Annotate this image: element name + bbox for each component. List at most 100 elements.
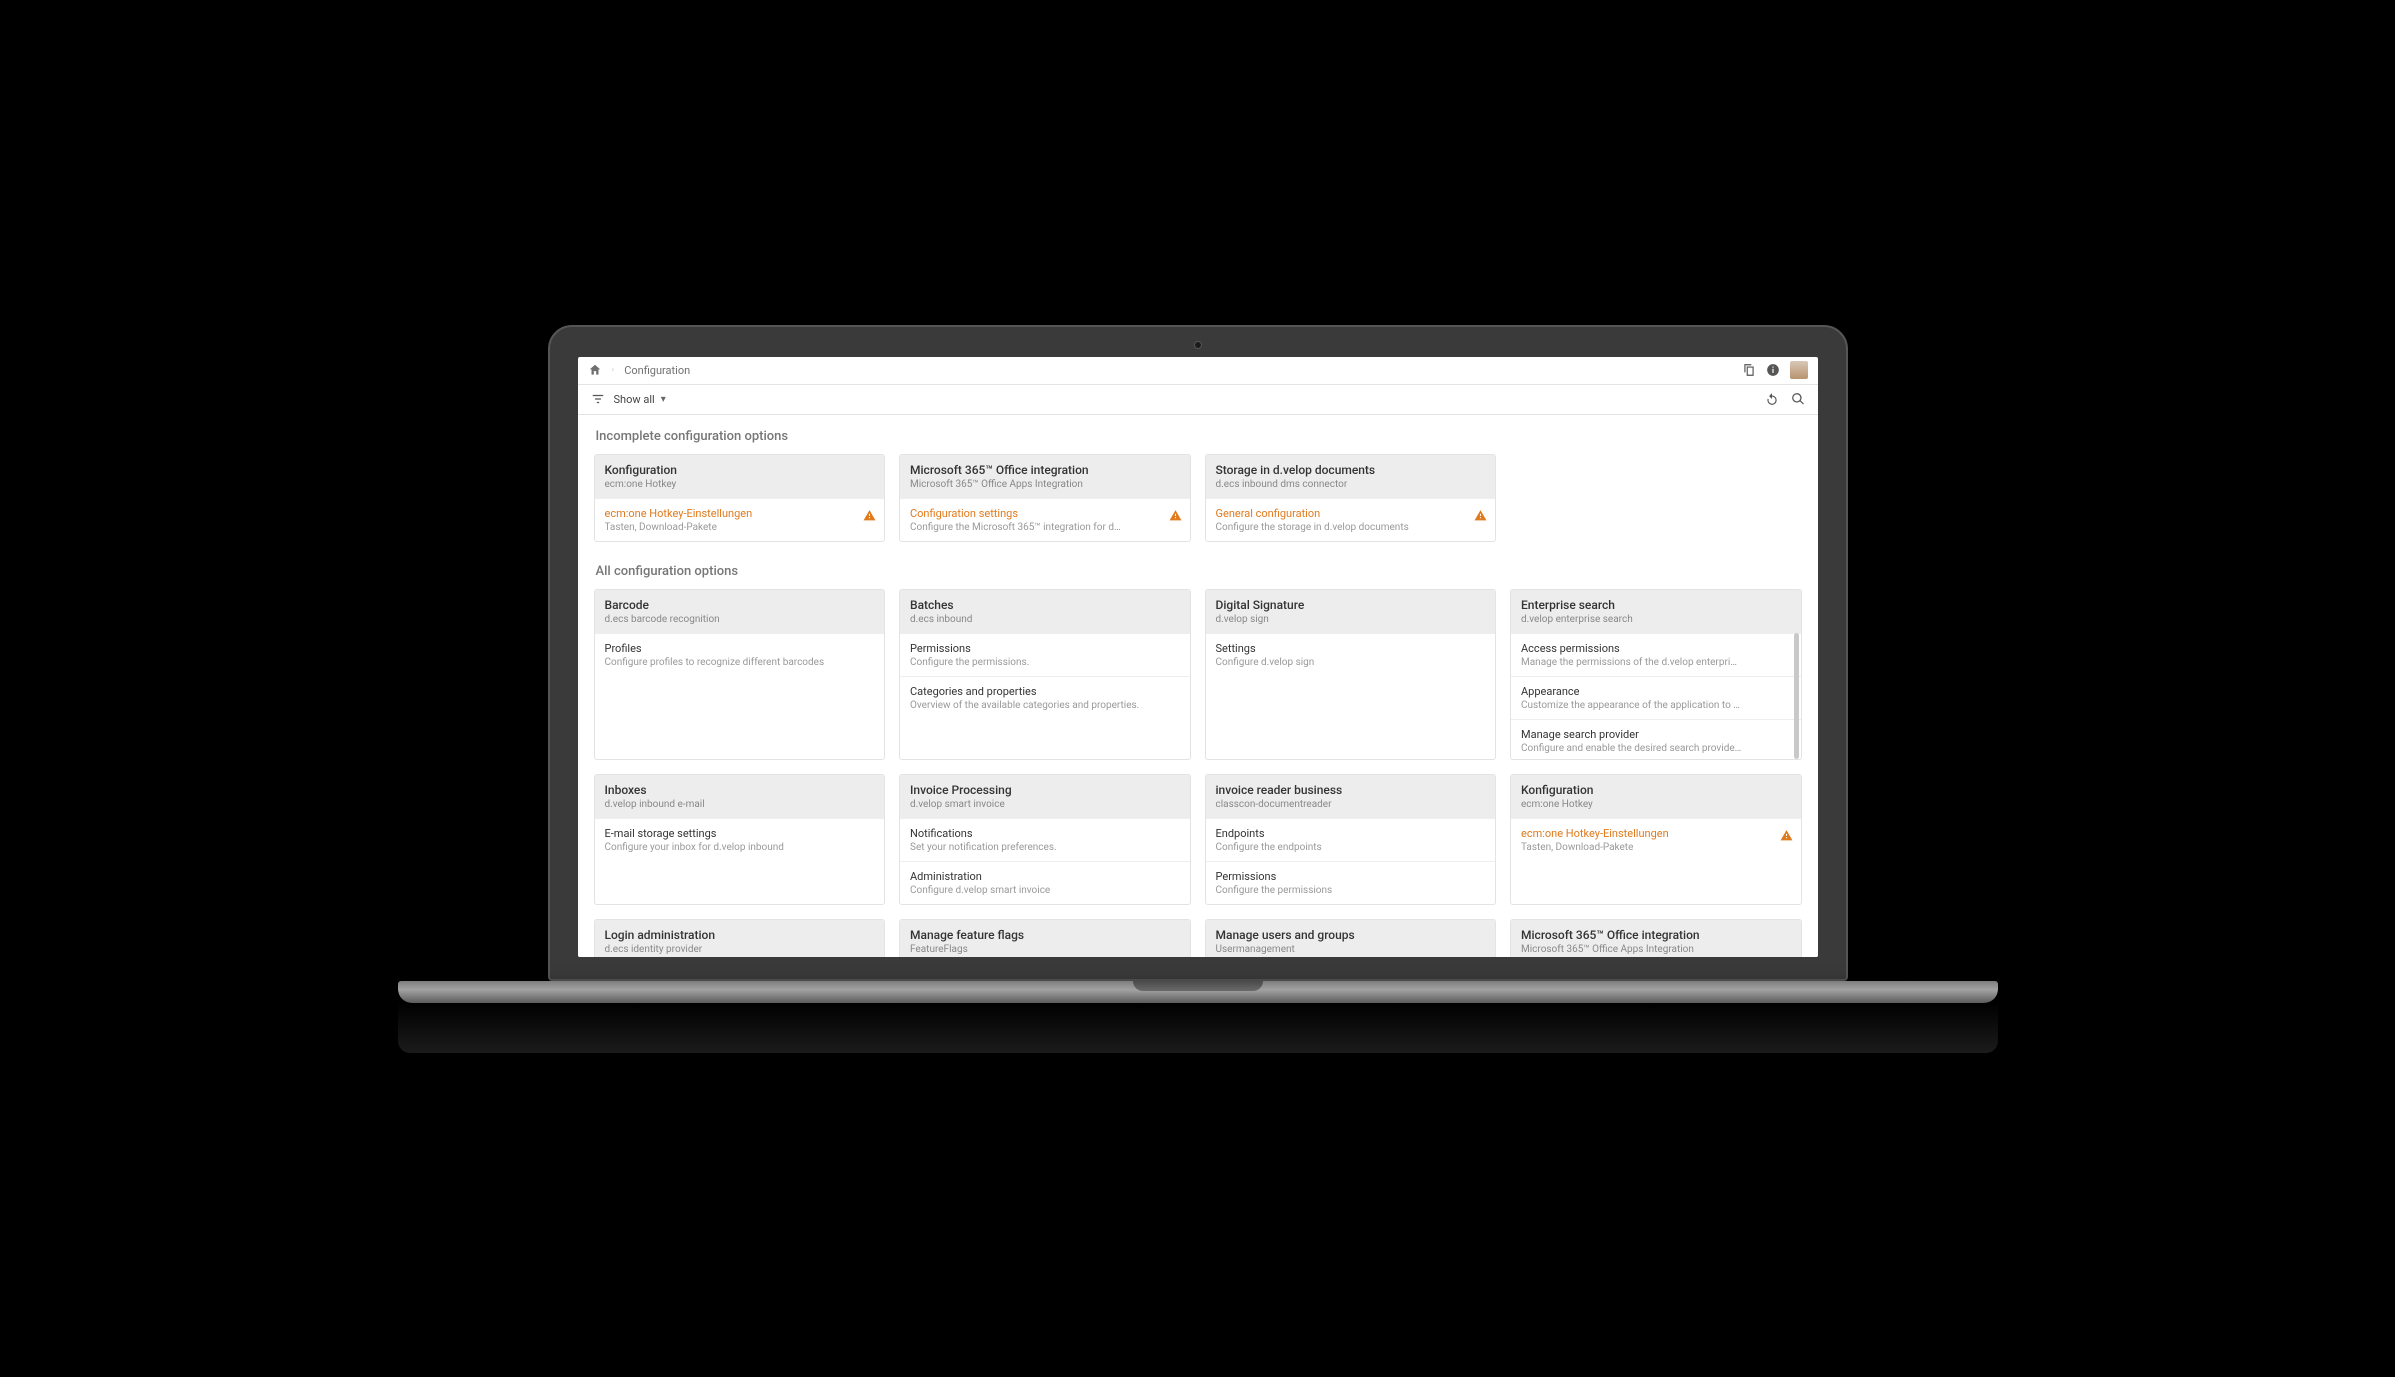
card-title: Manage feature flags bbox=[910, 928, 1180, 942]
card-item-title: E-mail storage settings bbox=[605, 827, 875, 840]
card-title: Enterprise search bbox=[1521, 598, 1791, 612]
card-item[interactable]: Endpoints Configure the endpoints bbox=[1206, 818, 1496, 861]
card-item-subtitle: Overview of the available categories and… bbox=[910, 700, 1180, 711]
card-title: invoice reader business bbox=[1216, 783, 1486, 797]
breadcrumb[interactable]: Configuration bbox=[624, 364, 690, 377]
warning-icon bbox=[1474, 509, 1487, 522]
laptop-base bbox=[398, 981, 1998, 1003]
card-item-title: Settings bbox=[1216, 642, 1486, 655]
card-item[interactable]: ecm:one Hotkey-EinstellungenTasten, Down… bbox=[595, 498, 885, 541]
card-item-subtitle: Configure the storage in d.velop documen… bbox=[1216, 522, 1486, 533]
refresh-icon[interactable] bbox=[1762, 389, 1782, 409]
card-header[interactable]: Manage users and groupsUsermanagement bbox=[1206, 920, 1496, 957]
card-item-title: Permissions bbox=[910, 642, 1180, 655]
info-icon[interactable] bbox=[1766, 363, 1780, 377]
card-item-subtitle: Configure d.velop smart invoice bbox=[910, 885, 1180, 896]
filter-icon[interactable] bbox=[588, 389, 608, 409]
card-subtitle: Microsoft 365™ Office Apps Integration bbox=[1521, 944, 1791, 955]
card-item[interactable]: Settings Configure d.velop sign bbox=[1206, 633, 1496, 676]
card-item[interactable]: ProfilesConfigure profiles to recognize … bbox=[595, 633, 885, 676]
card-subtitle: d.ecs identity provider bbox=[605, 944, 875, 955]
card-item-title: Administration bbox=[910, 870, 1180, 883]
config-card: Barcoded.ecs barcode recognitionProfiles… bbox=[594, 589, 886, 760]
card-header[interactable]: Konfigurationecm:one Hotkey bbox=[1511, 775, 1801, 818]
card-subtitle: ecm:one Hotkey bbox=[1521, 799, 1791, 810]
header-bar: › Configuration bbox=[578, 357, 1818, 385]
card-header[interactable]: Microsoft 365™ Office integrationMicroso… bbox=[1511, 920, 1801, 957]
search-icon[interactable] bbox=[1788, 389, 1808, 409]
card-title: Digital Signature bbox=[1216, 598, 1486, 612]
card-header[interactable]: Konfiguration ecm:one Hotkey bbox=[595, 455, 885, 498]
card-header[interactable]: invoice reader business classcon-document… bbox=[1206, 775, 1496, 818]
card-subtitle: ecm:one Hotkey bbox=[605, 479, 875, 490]
laptop-frame: › Configuration Show all ▾ bbox=[548, 325, 1848, 1053]
card-item[interactable]: Manage search providerConfigure and enab… bbox=[1511, 719, 1801, 759]
card-item[interactable]: Permissions Configure the permissions. bbox=[900, 633, 1190, 676]
card-item[interactable]: NotificationsSet your notification prefe… bbox=[900, 818, 1190, 861]
filter-bar: Show all ▾ bbox=[578, 385, 1818, 415]
card-header[interactable]: Barcoded.ecs barcode recognition bbox=[595, 590, 885, 633]
card-item-subtitle: Configure your inbox for d.velop inbound bbox=[605, 842, 875, 853]
card-item-subtitle: Configure the endpoints bbox=[1216, 842, 1486, 853]
config-card: Manage users and groupsUsermanagement bbox=[1205, 919, 1497, 957]
section-title-all: All configuration options bbox=[596, 564, 1802, 579]
new-window-icon[interactable] bbox=[1742, 363, 1756, 377]
card-item[interactable]: Configuration settings Configure the Micr… bbox=[900, 498, 1190, 541]
card-subtitle: d.velop sign bbox=[1216, 614, 1486, 625]
card-item[interactable]: PermissionsConfigure the permissions bbox=[1206, 861, 1496, 904]
app-window: › Configuration Show all ▾ bbox=[578, 357, 1818, 957]
card-item[interactable]: Access permissionsManage the permissions… bbox=[1511, 633, 1801, 676]
card-header[interactable]: Invoice Processingd.velop smart invoice bbox=[900, 775, 1190, 818]
card-item-subtitle: Tasten, Download-Pakete bbox=[605, 522, 875, 533]
card-item-subtitle: Set your notification preferences. bbox=[910, 842, 1180, 853]
chevron-down-icon[interactable]: ▾ bbox=[661, 394, 666, 405]
card-item[interactable]: E-mail storage settings Configure your in… bbox=[595, 818, 885, 861]
config-card: invoice reader business classcon-document… bbox=[1205, 774, 1497, 905]
card-item-subtitle: Configure d.velop sign bbox=[1216, 657, 1486, 668]
card-header[interactable]: Enterprise searchd.velop enterprise sear… bbox=[1511, 590, 1801, 633]
card-item-title: Configuration settings bbox=[910, 507, 1180, 520]
card-subtitle: Usermanagement bbox=[1216, 944, 1486, 955]
card-item[interactable]: ecm:one Hotkey-EinstellungenTasten, Down… bbox=[1511, 818, 1801, 861]
config-card: Manage feature flags FeatureFlags bbox=[899, 919, 1191, 957]
card-title: Konfiguration bbox=[605, 463, 875, 477]
warning-icon bbox=[1169, 509, 1182, 522]
card-header[interactable]: Batchesd.ecs inbound bbox=[900, 590, 1190, 633]
config-card: Microsoft 365™ Office integrationMicroso… bbox=[899, 454, 1191, 542]
card-item-subtitle: Configure the permissions. bbox=[910, 657, 1180, 668]
config-card: Login administrationd.ecs identity provi… bbox=[594, 919, 886, 957]
card-item-subtitle: Configure and enable the desired search … bbox=[1521, 743, 1791, 754]
card-header[interactable]: Inboxesd.velop inbound e-mail bbox=[595, 775, 885, 818]
card-header[interactable]: Digital Signature d.velop sign bbox=[1206, 590, 1496, 633]
card-item[interactable]: General configuration Configure the stora… bbox=[1206, 498, 1496, 541]
card-item-subtitle: Customize the appearance of the applicat… bbox=[1521, 700, 1791, 711]
card-title: Batches bbox=[910, 598, 1180, 612]
avatar[interactable] bbox=[1790, 361, 1808, 379]
warning-icon bbox=[863, 509, 876, 522]
card-header[interactable]: Microsoft 365™ Office integrationMicroso… bbox=[900, 455, 1190, 498]
section-title-incomplete: Incomplete configuration options bbox=[596, 429, 1802, 444]
card-item-title: Endpoints bbox=[1216, 827, 1486, 840]
config-card: Microsoft 365™ Office integrationMicroso… bbox=[1510, 919, 1802, 957]
card-item[interactable]: Categories and propertiesOverview of the… bbox=[900, 676, 1190, 719]
incomplete-grid: Konfiguration ecm:one Hotkey ecm:one Hotke… bbox=[594, 454, 1802, 542]
config-card: Storage in d.velop documentsd.ecs inboun… bbox=[1205, 454, 1497, 542]
camera-dot bbox=[1194, 341, 1202, 349]
card-subtitle: classcon-documentreader bbox=[1216, 799, 1486, 810]
content-area: Incomplete configuration options Konfigu… bbox=[578, 415, 1818, 957]
card-item-subtitle: Configure profiles to recognize differen… bbox=[605, 657, 875, 668]
card-item-title: General configuration bbox=[1216, 507, 1486, 520]
home-icon[interactable] bbox=[588, 363, 602, 377]
all-grid: Barcoded.ecs barcode recognitionProfiles… bbox=[594, 589, 1802, 957]
card-title: Storage in d.velop documents bbox=[1216, 463, 1486, 477]
scrollbar[interactable] bbox=[1794, 633, 1799, 759]
card-header[interactable]: Login administrationd.ecs identity provi… bbox=[595, 920, 885, 957]
filter-label[interactable]: Show all bbox=[614, 393, 655, 406]
card-item[interactable]: Administration Configure d.velop smart in… bbox=[900, 861, 1190, 904]
card-header[interactable]: Manage feature flags FeatureFlags bbox=[900, 920, 1190, 957]
card-item-title: Access permissions bbox=[1521, 642, 1791, 655]
card-header[interactable]: Storage in d.velop documentsd.ecs inboun… bbox=[1206, 455, 1496, 498]
card-item-subtitle: Configure the Microsoft 365™ integration… bbox=[910, 522, 1180, 533]
card-subtitle: FeatureFlags bbox=[910, 944, 1180, 955]
card-item[interactable]: AppearanceCustomize the appearance of th… bbox=[1511, 676, 1801, 719]
